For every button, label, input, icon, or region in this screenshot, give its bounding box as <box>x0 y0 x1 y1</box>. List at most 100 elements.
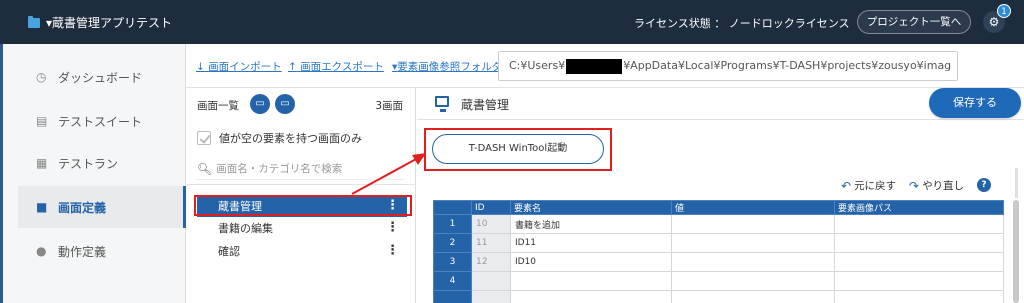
filter-checkbox[interactable] <box>197 131 211 145</box>
editor-header: 蔵書管理 保存する <box>417 88 1024 120</box>
sidebar-item-test-run[interactable]: ▦ テストラン <box>18 142 186 184</box>
element-name-cell[interactable]: ID10 <box>510 252 672 272</box>
sidebar-item-action-definition[interactable]: ● 動作定義 <box>18 230 186 272</box>
add-screen-icon[interactable]: ▭ <box>250 94 270 114</box>
import-link[interactable]: ↓ 画面インポート <box>196 59 282 74</box>
search-placeholder: 画面名・カテゴリ名で検索 <box>216 163 343 175</box>
redacted-username <box>566 58 623 74</box>
folder-icon <box>28 15 40 28</box>
value-cell[interactable] <box>671 233 835 253</box>
element-table: ID 要素名 値 要素画像パス 1 10 書籍を追加 2 11 ID11 3 1… <box>433 200 1004 303</box>
help-icon[interactable]: ? <box>977 178 991 192</box>
clock-icon: ◷ <box>36 70 47 84</box>
sidebar-item-label: テストラン <box>58 156 119 171</box>
import-label: 画面インポート <box>208 61 282 73</box>
sidebar-item-label: 画面定義 <box>58 200 107 215</box>
screen-item-label: 確認 <box>218 245 240 258</box>
scrollbar-track[interactable] <box>1015 168 1018 198</box>
row-number[interactable] <box>433 290 472 303</box>
import-screen-icon[interactable]: ▭ <box>275 94 295 114</box>
row-number-header <box>433 200 472 215</box>
column-header[interactable]: ID <box>471 200 511 215</box>
screen-item[interactable]: 確認 ⋮ <box>197 240 407 262</box>
screen-item[interactable]: 書籍の編集 ⋮ <box>197 217 407 239</box>
redo-button[interactable]: ↷ やり直し <box>909 178 964 193</box>
redo-label: やり直し <box>922 180 965 192</box>
column-header[interactable]: 要素画像パス <box>834 200 1004 215</box>
image-folder-link[interactable]: ▾要素画像参照フォルダ <box>392 59 502 74</box>
export-icon: ↑ <box>288 61 297 73</box>
toolbar: ↓ 画面インポート ↑ 画面エクスポート ▾要素画像参照フォルダ C:¥User… <box>186 44 1024 88</box>
image-folder-path-field[interactable]: C:¥Users¥ ¥AppData¥Local¥Programs¥T-DASH¥… <box>498 51 958 81</box>
table-row[interactable]: 2 11 ID11 <box>433 233 1004 253</box>
search-icon: 🔍︎ <box>197 161 213 176</box>
screen-item-label: 書籍の編集 <box>218 222 273 235</box>
id-cell: 10 <box>471 214 511 234</box>
image-path-cell[interactable] <box>834 214 1004 234</box>
undo-label: 元に戻す <box>854 180 897 192</box>
import-icon: ↓ <box>196 61 205 73</box>
export-label: 画面エクスポート <box>300 61 384 73</box>
highlight-box-wintool <box>424 128 612 171</box>
image-path-cell[interactable] <box>834 252 1004 272</box>
monitor-icon <box>435 96 449 112</box>
undo-button[interactable]: ↶ 元に戻す <box>841 178 896 193</box>
id-cell: 12 <box>471 252 511 272</box>
screen-search-input[interactable]: 🔍︎ 画面名・カテゴリ名で検索 <box>197 158 405 180</box>
element-name-cell[interactable] <box>510 290 672 303</box>
suite-icon: ▤ <box>36 114 48 128</box>
row-number[interactable]: 1 <box>433 214 472 234</box>
notification-badge: 1 <box>997 4 1011 18</box>
table-row[interactable]: 1 10 書籍を追加 <box>433 214 1004 234</box>
table-scrollbar[interactable] <box>1013 200 1019 303</box>
sidebar-item-screen-definition[interactable]: ■ 画面定義 <box>18 186 186 228</box>
id-cell: 11 <box>471 233 511 253</box>
row-number[interactable]: 3 <box>433 252 472 272</box>
value-cell[interactable] <box>671 252 835 272</box>
export-link[interactable]: ↑ 画面エクスポート <box>288 59 384 74</box>
column-header[interactable]: 要素名 <box>510 200 672 215</box>
element-name-cell[interactable]: ID11 <box>510 233 672 253</box>
value-cell[interactable] <box>671 271 835 291</box>
image-path-cell[interactable] <box>834 290 1004 303</box>
screen-list-title: 画面一覧 <box>197 100 239 112</box>
sidebar-item-dashboard[interactable]: ◷ ダッシュボード <box>18 56 186 98</box>
table-row[interactable]: 3 12 ID10 <box>433 252 1004 272</box>
path-prefix: C:¥Users¥ <box>509 59 566 72</box>
element-name-cell[interactable] <box>510 271 672 291</box>
project-selector[interactable]: ▾蔵書管理アプリテスト <box>28 14 172 31</box>
save-button[interactable]: 保存する <box>929 88 1021 118</box>
row-number[interactable]: 2 <box>433 233 472 253</box>
table-row[interactable]: 4 <box>433 271 1004 291</box>
editor-title: 蔵書管理 <box>461 98 510 112</box>
project-name[interactable]: ▾蔵書管理アプリテスト <box>46 14 172 31</box>
value-cell[interactable] <box>671 290 835 303</box>
table-row[interactable] <box>433 290 1004 303</box>
row-number[interactable]: 4 <box>433 271 472 291</box>
id-cell <box>471 271 511 291</box>
empty-value-filter[interactable]: 値が空の要素を持つ画面のみ <box>197 130 362 146</box>
screen-count: 3画面 <box>375 100 403 112</box>
project-list-button[interactable]: プロジェクト一覧へ <box>857 10 971 34</box>
sidebar: ◷ ダッシュボード ▤ テストスイート ▦ テストラン ■ 画面定義 ● 動作定… <box>0 44 186 303</box>
divider <box>187 184 416 185</box>
check-circle-icon: ● <box>36 244 47 258</box>
column-header[interactable]: 値 <box>671 200 835 215</box>
redo-icon: ↷ <box>909 178 920 193</box>
filter-label: 値が空の要素を持つ画面のみ <box>219 132 362 145</box>
undo-icon: ↶ <box>841 178 852 193</box>
monitor-icon: ■ <box>36 200 48 214</box>
table-header-row: ID 要素名 値 要素画像パス <box>433 200 1004 215</box>
sidebar-item-test-suite[interactable]: ▤ テストスイート <box>18 100 186 142</box>
kebab-menu-icon[interactable]: ⋮ <box>386 243 399 259</box>
app-header: ▾蔵書管理アプリテスト ライセンス状態 ： ノードロックライセンス プロジェクト… <box>0 0 1024 44</box>
sidebar-edge <box>0 44 3 303</box>
screen-editor: 蔵書管理 保存する T-DASH WinTool起動 ↶ 元に戻す ↷ やり直し… <box>417 88 1024 303</box>
value-cell[interactable] <box>671 214 835 234</box>
image-path-cell[interactable] <box>834 271 1004 291</box>
image-path-cell[interactable] <box>834 233 1004 253</box>
element-name-cell[interactable]: 書籍を追加 <box>510 214 672 234</box>
license-status: ライセンス状態 ： ノードロックライセンス <box>634 17 850 30</box>
kebab-menu-icon[interactable]: ⋮ <box>386 220 399 236</box>
sidebar-item-label: 動作定義 <box>58 244 107 259</box>
